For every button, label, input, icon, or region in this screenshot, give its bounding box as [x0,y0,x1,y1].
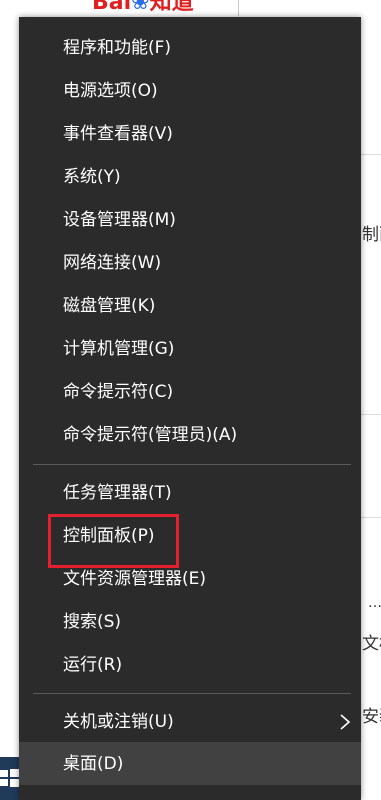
divider [360,517,381,518]
menu-item-label: 命令提示符(C) [63,382,174,402]
screen: Bai❀知道 制面 … 文档 安装 程序和功能(F) 电源选项(O) 事件查看器… [0,0,381,800]
menu-item-desktop[interactable]: 桌面(D) [19,742,361,785]
page-text-fragment: 文档 [362,634,381,654]
menu-item-command-prompt-admin[interactable]: 命令提示符(管理员)(A) [19,415,361,455]
divider [238,0,239,16]
menu-item-label: 计算机管理(G) [63,339,175,359]
menu-item-system[interactable]: 系统(Y) [19,157,361,197]
winx-context-menu: 程序和功能(F) 电源选项(O) 事件查看器(V) 系统(Y) 设备管理器(M)… [19,17,361,800]
divider [360,414,381,415]
logo-tail: 知道 [149,0,194,15]
annotation-highlight-box [48,514,179,568]
menu-item-label: 磁盘管理(K) [63,296,156,316]
menu-item-shutdown-signout[interactable]: 关机或注销(U) [19,702,361,742]
menu-item-label: 系统(Y) [63,167,121,187]
menu-item-label: 文件资源管理器(E) [63,569,207,589]
menu-item-label: 运行(R) [63,655,123,675]
menu-item-label: 桌面(D) [63,753,124,774]
menu-item-task-manager[interactable]: 任务管理器(T) [19,473,361,513]
divider [360,154,381,155]
menu-item-label: 搜索(S) [63,612,122,632]
menu-item-programs-and-features[interactable]: 程序和功能(F) [19,28,361,68]
page-text-fragment: 安装 [362,707,381,727]
logo-text: Bai [92,0,132,15]
menu-item-label: 程序和功能(F) [63,38,172,58]
menu-item-label: 电源选项(O) [63,81,158,101]
taskbar [0,757,19,800]
menu-separator [33,464,351,465]
menu-separator [33,693,351,694]
menu-item-label: 网络连接(W) [63,253,162,273]
paw-icon: ❀ [131,0,150,15]
menu-item-computer-management[interactable]: 计算机管理(G) [19,329,361,369]
menu-item-power-options[interactable]: 电源选项(O) [19,71,361,111]
page-text-fragment: 制面 [362,225,381,245]
menu-item-command-prompt[interactable]: 命令提示符(C) [19,372,361,412]
baidu-zhidao-logo[interactable]: Bai❀知道 [92,0,194,16]
windows-start-icon[interactable] [0,767,19,789]
menu-item-disk-management[interactable]: 磁盘管理(K) [19,286,361,326]
menu-item-label: 命令提示符(管理员)(A) [63,425,238,445]
menu-item-network-connections[interactable]: 网络连接(W) [19,243,361,283]
menu-item-event-viewer[interactable]: 事件查看器(V) [19,114,361,154]
menu-item-label: 事件查看器(V) [63,124,173,144]
page-text-fragment: … [368,595,381,611]
menu-item-label: 关机或注销(U) [63,712,174,732]
menu-item-run[interactable]: 运行(R) [19,645,361,685]
chevron-right-icon [340,714,351,730]
menu-item-search[interactable]: 搜索(S) [19,602,361,642]
menu-item-label: 设备管理器(M) [63,210,176,230]
menu-item-device-manager[interactable]: 设备管理器(M) [19,200,361,240]
menu-item-label: 任务管理器(T) [63,483,172,503]
